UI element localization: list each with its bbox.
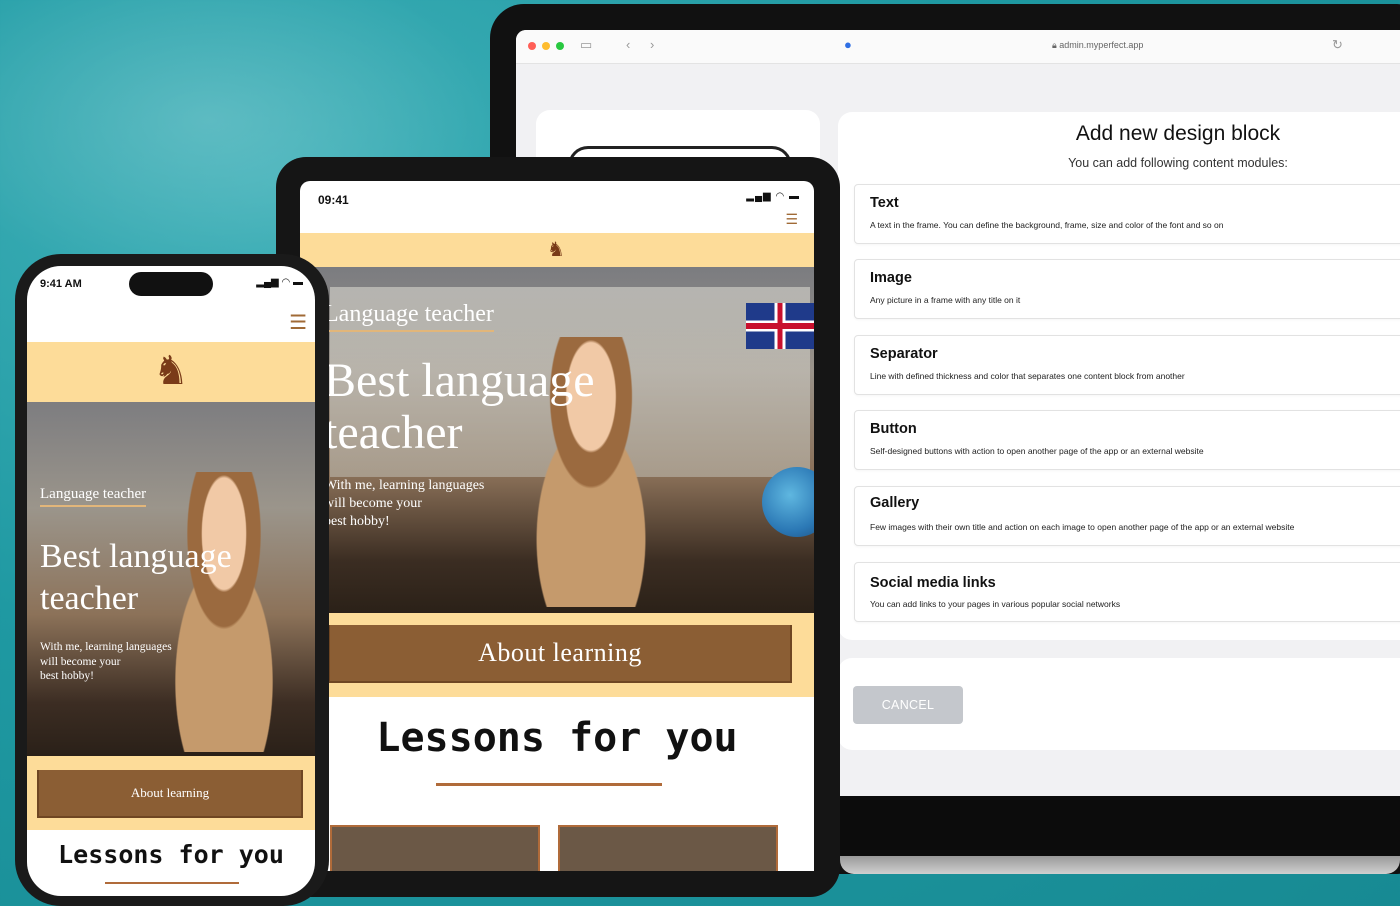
- about-learning-button[interactable]: About learning: [328, 625, 792, 683]
- maximize-window-button[interactable]: [556, 42, 564, 50]
- hero-banner: Language teacher Best language teacher W…: [27, 402, 315, 756]
- module-description: Few images with their own title and acti…: [870, 522, 1295, 532]
- about-section: About learning: [27, 756, 315, 830]
- lessons-heading: Lessons for you: [376, 715, 738, 761]
- hero-label: Language teacher: [40, 486, 147, 507]
- module-description: Line with defined thickness and color th…: [870, 371, 1185, 381]
- hero-text-line: With me, learning languages: [40, 641, 172, 653]
- status-time: 09:41: [318, 193, 349, 207]
- module-title: Social media links: [870, 575, 996, 591]
- owl-logo-icon: ♞: [547, 239, 565, 261]
- hamburger-menu-icon[interactable]: ☰: [289, 310, 307, 335]
- shield-icon[interactable]: ●: [844, 37, 852, 52]
- forward-icon[interactable]: ›: [650, 37, 654, 52]
- module-description: Self-designed buttons with action to ope…: [870, 446, 1204, 456]
- module-gallery[interactable]: Gallery Few images with their own title …: [854, 486, 1400, 546]
- module-title: Text: [870, 195, 899, 211]
- logo-band: ♞: [300, 233, 814, 267]
- lesson-thumbnail[interactable]: [558, 825, 778, 871]
- tablet-screen: 09:41 ▂▄▆ ◠ ▬ ☰ ♞ Language teacher Best …: [300, 181, 814, 871]
- phone-screen: 9:41 AM ▂▄▆ ◠ ▬ ☰ ♞ Language teacher Bes…: [27, 266, 315, 896]
- hero-text-line: will become your: [40, 655, 121, 668]
- hero-text-line: best hobby!: [40, 670, 94, 682]
- hero-text-line: will become your: [324, 496, 422, 511]
- module-description: You can add links to your pages in vario…: [870, 599, 1121, 609]
- hero-label: Language teacher: [324, 301, 494, 332]
- owl-logo-icon: ♞: [153, 349, 189, 393]
- module-social-media-links[interactable]: Social media links You can add links to …: [854, 562, 1400, 622]
- hero-banner: Language teacher Best language teacher W…: [300, 267, 814, 613]
- status-time: 9:41 AM: [40, 278, 82, 290]
- hero-title: Best language teacher: [40, 536, 232, 620]
- module-separator[interactable]: Separator Line with defined thickness an…: [854, 335, 1400, 395]
- browser-toolbar: ▭ ‹ › ● 🔒︎ admin.myperfect.app ↻: [516, 30, 1400, 64]
- module-description: A text in the frame. You can define the …: [870, 220, 1224, 230]
- dynamic-island: [129, 272, 213, 296]
- hero-text: With me, learning languages will become …: [324, 477, 484, 531]
- signal-wifi-battery-icon: ▂▄▆ ◠ ▬: [746, 191, 800, 202]
- url-text: admin.myperfect.app: [1059, 40, 1144, 50]
- hero-title: Best language teacher: [324, 355, 595, 459]
- lessons-heading: Lessons for you: [58, 840, 284, 869]
- lesson-thumbnail[interactable]: [330, 825, 540, 871]
- module-title: Image: [870, 270, 912, 286]
- hero-title-line: Best language: [324, 354, 595, 407]
- cancel-button[interactable]: CANCEL: [853, 686, 963, 724]
- dialog-subtitle: You can add following content modules:: [1068, 156, 1288, 170]
- signal-wifi-battery-icon: ▂▄▆ ◠ ▬: [256, 277, 303, 288]
- module-title: Separator: [870, 346, 938, 362]
- sidebar-icon[interactable]: ▭: [580, 37, 592, 53]
- module-text[interactable]: Text A text in the frame. You can define…: [854, 184, 1400, 244]
- module-button[interactable]: Button Self-designed buttons with action…: [854, 410, 1400, 470]
- close-window-button[interactable]: [528, 42, 536, 50]
- minimize-window-button[interactable]: [542, 42, 550, 50]
- hero-text-line: best hobby!: [324, 514, 390, 529]
- module-image[interactable]: Image Any picture in a frame with any ti…: [854, 259, 1400, 319]
- about-section: About learning: [300, 613, 814, 697]
- laptop-base: [840, 856, 1400, 874]
- module-description: Any picture in a frame with any title on…: [870, 295, 1021, 305]
- lessons-underline: [105, 882, 239, 884]
- back-icon[interactable]: ‹: [626, 37, 630, 52]
- dialog-title: Add new design block: [1075, 122, 1281, 145]
- hero-title-line: teacher: [40, 580, 139, 617]
- hero-title-line: Best language: [40, 538, 232, 575]
- reload-icon[interactable]: ↻: [1332, 37, 1343, 53]
- about-learning-button[interactable]: About learning: [37, 770, 303, 818]
- hero-title-line: teacher: [324, 406, 463, 459]
- module-title: Gallery: [870, 495, 920, 511]
- address-bar[interactable]: 🔒︎ admin.myperfect.app: [1052, 40, 1143, 51]
- uk-flag: [746, 303, 814, 349]
- logo-band: ♞: [27, 342, 315, 402]
- lessons-underline: [436, 783, 662, 786]
- hero-text-line: With me, learning languages: [324, 478, 485, 493]
- globe: [762, 467, 814, 537]
- module-title: Button: [870, 421, 917, 437]
- hamburger-menu-icon[interactable]: ☰: [785, 211, 798, 228]
- hero-text: With me, learning languages will become …: [40, 640, 172, 684]
